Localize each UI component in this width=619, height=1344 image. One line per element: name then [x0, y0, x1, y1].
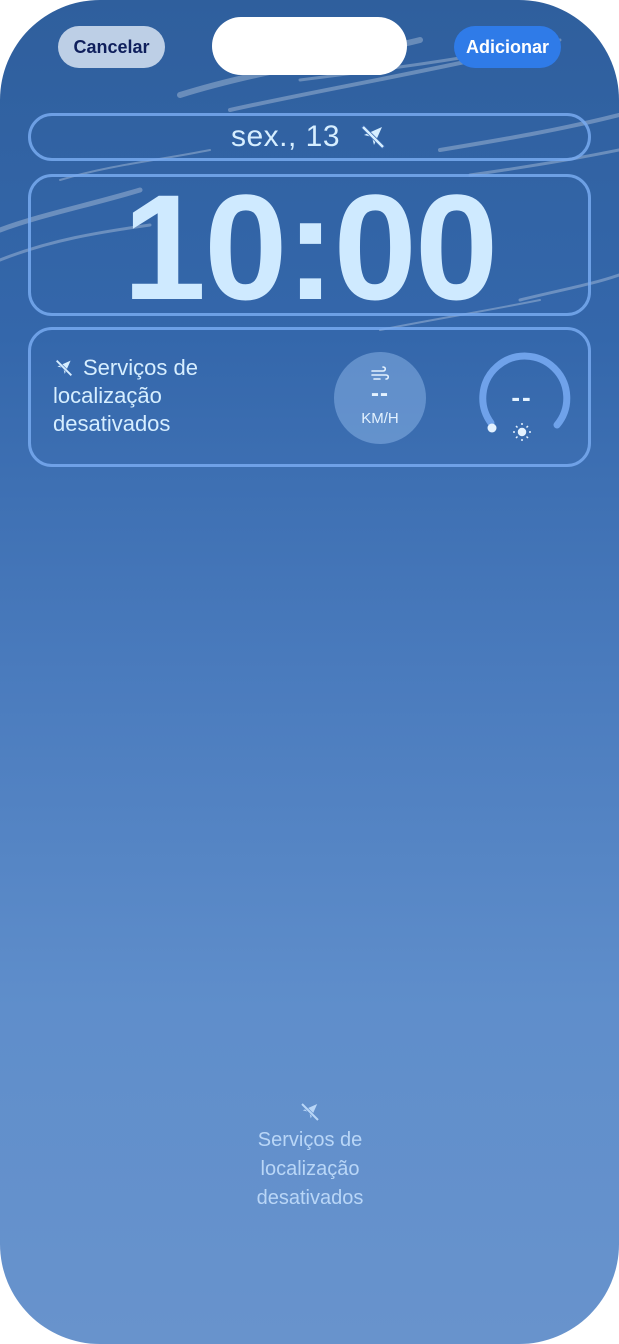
clock-time: 10:00: [122, 163, 499, 331]
cancel-button-label: Cancelar: [73, 36, 150, 57]
wind-speed-value: --: [371, 380, 389, 407]
date-widget-slot[interactable]: sex., 13: [28, 113, 591, 161]
message-line2: localização: [260, 1158, 360, 1180]
add-button-label: Adicionar: [465, 36, 549, 57]
location-off-icon: [54, 358, 74, 378]
location-widget-line2: localização: [53, 383, 162, 408]
uv-index-widget[interactable]: --: [472, 350, 572, 450]
location-off-icon: [360, 124, 386, 150]
add-button[interactable]: Adicionar: [454, 26, 561, 68]
uv-index-value: --: [511, 382, 533, 412]
lock-screen-editor: Cancelar Adicionar sex., 13 10:00 Serviç…: [0, 0, 619, 1344]
location-off-icon: [300, 1102, 320, 1122]
location-widget-line1: Serviços de: [83, 355, 198, 380]
clock-slot[interactable]: 10:00: [28, 172, 591, 322]
date-text: sex., 13: [230, 120, 341, 153]
location-disabled-message: Serviços de localização desativados: [210, 1100, 410, 1213]
cancel-button[interactable]: Cancelar: [58, 26, 165, 68]
wind-widget[interactable]: -- KM/H: [334, 352, 426, 444]
message-line1: Serviços de: [257, 1129, 363, 1151]
location-widget-line3: desativados: [53, 411, 171, 436]
location-widget[interactable]: Serviços de localização desativados: [53, 354, 293, 438]
dynamic-island: [212, 17, 407, 75]
wind-speed-unit: KM/H: [361, 410, 399, 427]
message-line3: desativados: [256, 1187, 364, 1209]
widgets-slot[interactable]: Serviços de localização desativados -- K…: [28, 327, 591, 467]
sun-icon: [513, 423, 531, 441]
